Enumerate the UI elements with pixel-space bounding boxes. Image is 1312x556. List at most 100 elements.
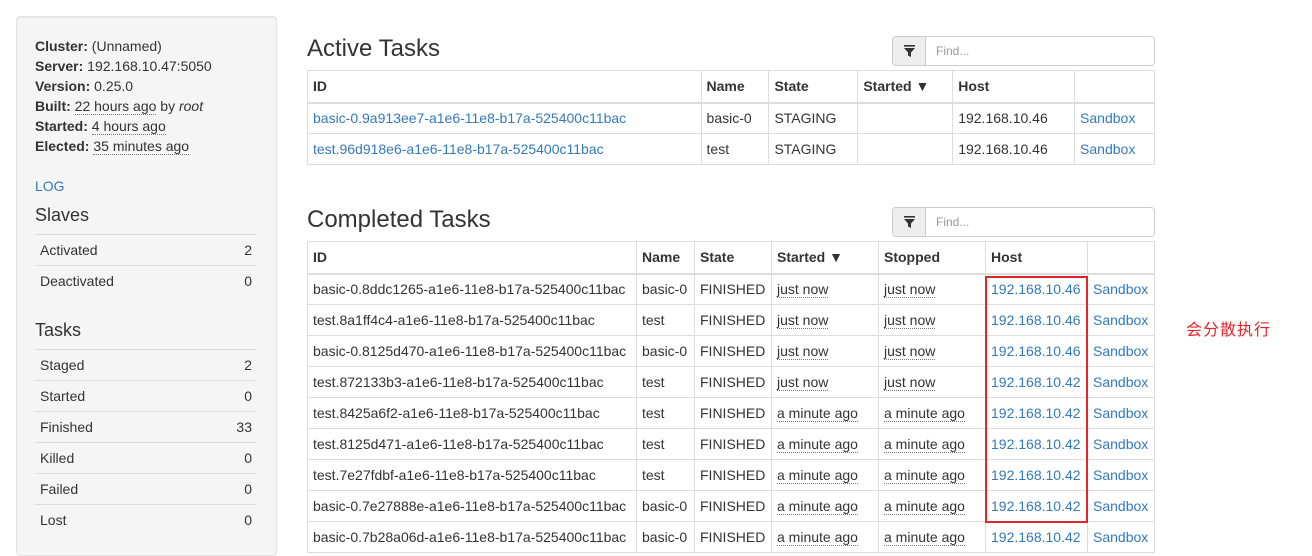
built-label: Built: xyxy=(35,98,71,114)
task-state: FINISHED xyxy=(694,273,772,305)
sandbox-cell: Sandbox xyxy=(1087,335,1155,367)
log-link[interactable]: LOG xyxy=(35,176,257,196)
task-stat-label: Staged xyxy=(35,348,193,380)
task-host-link[interactable]: 192.168.10.42 xyxy=(991,467,1081,483)
task-id: test.8125d471-a1e6-11e8-b17a-525400c11ba… xyxy=(307,428,637,460)
version-label: Version: xyxy=(35,78,91,94)
task-stat-value: 0 xyxy=(192,441,257,473)
version-value: 0.25.0 xyxy=(94,78,134,94)
sandbox-link[interactable]: Sandbox xyxy=(1080,110,1135,126)
sandbox-cell: Sandbox xyxy=(1087,428,1155,460)
task-state: FINISHED xyxy=(694,490,772,522)
column-header[interactable]: Stopped xyxy=(878,241,986,275)
task-host-link[interactable]: 192.168.10.42 xyxy=(991,498,1081,514)
sandbox-cell: Sandbox xyxy=(1074,133,1155,165)
sandbox-cell: Sandbox xyxy=(1087,521,1155,553)
column-header[interactable]: Name xyxy=(700,70,770,104)
sandbox-link[interactable]: Sandbox xyxy=(1093,281,1148,297)
task-stopped-cell: just now xyxy=(878,366,986,398)
task-name: basic-0 xyxy=(636,490,695,522)
task-host-cell: 192.168.10.42 xyxy=(985,366,1088,398)
started-time: 4 hours ago xyxy=(91,118,166,135)
task-name: basic-0 xyxy=(636,521,695,553)
task-id: basic-0.8ddc1265-a1e6-11e8-b17a-525400c1… xyxy=(307,273,637,305)
cluster-label: Cluster: xyxy=(35,38,88,54)
table-row: test.8a1ff4c4-a1e6-11e8-b17a-525400c11ba… xyxy=(307,304,1155,336)
task-stat-value: 2 xyxy=(192,348,257,380)
task-stopped-cell: a minute ago xyxy=(878,428,986,460)
active-tasks-search-input[interactable] xyxy=(926,37,1154,65)
task-started-cell: just now xyxy=(771,335,879,367)
sandbox-link[interactable]: Sandbox xyxy=(1093,467,1148,483)
task-host-link[interactable]: 192.168.10.42 xyxy=(991,436,1081,452)
task-host-cell: 192.168.10.42 xyxy=(985,459,1088,491)
column-header[interactable]: ID xyxy=(307,70,702,104)
sandbox-link[interactable]: Sandbox xyxy=(1093,374,1148,390)
task-stat-row: Failed 0 xyxy=(35,472,257,504)
task-stopped: just now xyxy=(884,281,936,299)
built-by-label: by xyxy=(160,98,176,114)
task-state: STAGING xyxy=(768,133,859,165)
table-row: basic-0.7b28a06d-a1e6-11e8-b17a-525400c1… xyxy=(307,521,1155,553)
task-stopped: just now xyxy=(884,312,936,329)
task-id-link[interactable]: basic-0.9a913ee7-a1e6-11e8-b17a-525400c1… xyxy=(313,110,626,126)
filter-icon xyxy=(893,37,926,65)
elected-time: 35 minutes ago xyxy=(93,138,190,155)
task-state: FINISHED xyxy=(694,428,772,460)
task-name: test xyxy=(636,304,695,336)
column-header[interactable]: Started ▼ xyxy=(857,70,954,104)
completed-tasks-search-input[interactable] xyxy=(926,208,1154,236)
task-name: basic-0 xyxy=(636,335,695,367)
task-id: basic-0.7b28a06d-a1e6-11e8-b17a-525400c1… xyxy=(307,521,637,553)
column-header[interactable]: Started ▼ xyxy=(771,241,879,275)
column-header[interactable]: State xyxy=(768,70,859,104)
table-row: basic-0.9a913ee7-a1e6-11e8-b17a-525400c1… xyxy=(307,102,1155,134)
task-id: basic-0.8125d470-a1e6-11e8-b17a-525400c1… xyxy=(307,335,637,367)
slave-stat-row: Deactivated 0 xyxy=(35,265,257,297)
task-host-cell: 192.168.10.42 xyxy=(985,521,1088,553)
task-host-link[interactable]: 192.168.10.42 xyxy=(991,374,1081,390)
task-host-link[interactable]: 192.168.10.42 xyxy=(991,405,1081,421)
task-started: a minute ago xyxy=(777,467,858,484)
column-header xyxy=(1074,70,1155,104)
sandbox-link[interactable]: Sandbox xyxy=(1093,312,1148,328)
task-started: a minute ago xyxy=(777,436,858,453)
task-id-cell: test.96d918e6-a1e6-11e8-b17a-525400c11ba… xyxy=(307,133,702,165)
task-stopped: a minute ago xyxy=(884,498,965,515)
task-host-link[interactable]: 192.168.10.46 xyxy=(991,281,1081,297)
sandbox-link[interactable]: Sandbox xyxy=(1093,498,1148,514)
started-info: Started: 4 hours ago xyxy=(35,116,257,136)
task-name: basic-0 xyxy=(636,273,695,305)
task-stat-label: Killed xyxy=(35,441,193,473)
column-header[interactable]: State xyxy=(694,241,772,275)
sandbox-cell: Sandbox xyxy=(1074,102,1155,134)
sandbox-link[interactable]: Sandbox xyxy=(1093,343,1148,359)
task-host-cell: 192.168.10.46 xyxy=(985,304,1088,336)
sandbox-link[interactable]: Sandbox xyxy=(1093,436,1148,452)
cluster-sidebar: Cluster: (Unnamed) Server: 192.168.10.47… xyxy=(16,16,277,556)
built-user: root xyxy=(178,98,204,114)
slave-stat-label: Activated xyxy=(35,234,219,266)
task-host: 192.168.10.46 xyxy=(952,133,1076,165)
table-row: test.7e27fdbf-a1e6-11e8-b17a-525400c11ba… xyxy=(307,459,1155,491)
task-host-cell: 192.168.10.42 xyxy=(985,490,1088,522)
task-started-cell: a minute ago xyxy=(771,428,879,460)
task-id: test.872133b3-a1e6-11e8-b17a-525400c11ba… xyxy=(307,366,637,398)
task-id-link[interactable]: test.96d918e6-a1e6-11e8-b17a-525400c11ba… xyxy=(313,141,604,157)
task-started: just now xyxy=(777,374,829,391)
task-started: a minute ago xyxy=(777,405,858,422)
sandbox-link[interactable]: Sandbox xyxy=(1080,141,1135,157)
built-info: Built: 22 hours ago by root xyxy=(35,96,257,116)
column-header[interactable]: Name xyxy=(636,241,695,275)
task-host: 192.168.10.46 xyxy=(952,102,1076,134)
task-stat-row: Finished 33 xyxy=(35,410,257,442)
sandbox-cell: Sandbox xyxy=(1087,459,1155,491)
task-stopped-cell: a minute ago xyxy=(878,397,986,429)
column-header[interactable]: Host xyxy=(952,70,1076,104)
sandbox-link[interactable]: Sandbox xyxy=(1093,405,1148,421)
column-header[interactable]: Host xyxy=(985,241,1088,275)
task-host-link[interactable]: 192.168.10.46 xyxy=(991,343,1081,359)
task-started-cell: a minute ago xyxy=(771,459,879,491)
task-host-link[interactable]: 192.168.10.46 xyxy=(991,312,1081,328)
column-header[interactable]: ID xyxy=(307,241,637,275)
